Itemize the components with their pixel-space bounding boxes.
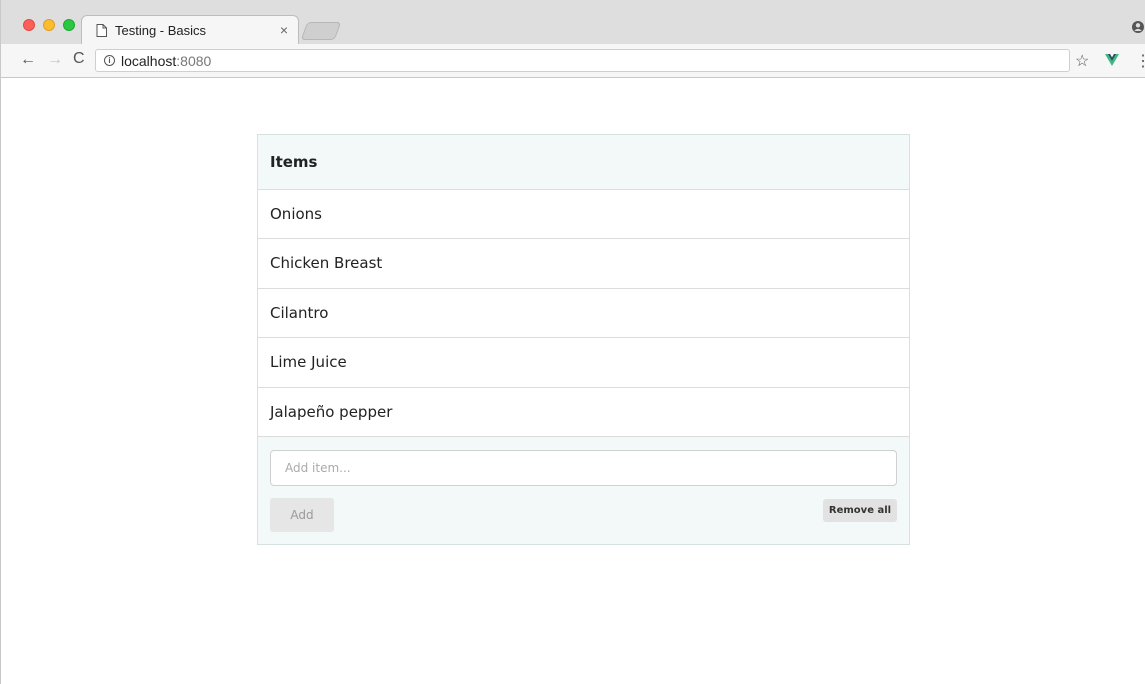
maximize-window-button[interactable] <box>63 19 75 31</box>
browser-toolbar: ← → C i localhost:8080 ☆ ⋮ <box>1 44 1145 78</box>
items-panel: Items Onions Chicken Breast Cilantro Lim… <box>257 134 910 545</box>
add-button[interactable]: Add <box>270 498 334 532</box>
panel-heading: Items <box>258 135 909 190</box>
tab-testing-basics[interactable]: Testing - Basics × <box>81 15 299 45</box>
address-bar[interactable]: i localhost:8080 <box>95 49 1070 72</box>
add-item-input[interactable] <box>270 450 897 486</box>
vue-devtools-icon[interactable] <box>1105 53 1119 67</box>
forward-arrow-icon[interactable]: → <box>47 51 63 69</box>
list-item: Chicken Breast <box>258 239 909 289</box>
list-item: Jalapeño pepper <box>258 388 909 437</box>
browser-menu-icon[interactable]: ⋮ <box>1135 51 1145 71</box>
url-host: localhost <box>121 53 177 69</box>
url-port: :8080 <box>176 53 212 69</box>
new-tab-button[interactable] <box>300 22 342 40</box>
tab-strip: Testing - Basics × <box>1 0 1145 45</box>
tab-title: Testing - Basics <box>115 23 207 38</box>
profile-icon[interactable] <box>1132 20 1144 34</box>
close-tab-icon[interactable]: × <box>280 22 288 38</box>
bookmark-star-icon[interactable]: ☆ <box>1075 51 1089 71</box>
url-text: localhost:8080 <box>121 53 211 69</box>
back-arrow-icon[interactable]: ← <box>20 51 36 69</box>
browser-window: Testing - Basics × ← → C i localhost:808… <box>0 0 1145 684</box>
reload-icon[interactable]: C <box>73 50 85 68</box>
list-item: Cilantro <box>258 289 909 339</box>
document-icon <box>96 24 107 37</box>
minimize-window-button[interactable] <box>43 19 55 31</box>
list-item: Lime Juice <box>258 338 909 388</box>
remove-all-button[interactable]: Remove all <box>823 499 897 522</box>
info-icon[interactable]: i <box>104 55 115 66</box>
panel-footer: Add Remove all <box>258 437 909 544</box>
list-item: Onions <box>258 190 909 240</box>
close-window-button[interactable] <box>23 19 35 31</box>
